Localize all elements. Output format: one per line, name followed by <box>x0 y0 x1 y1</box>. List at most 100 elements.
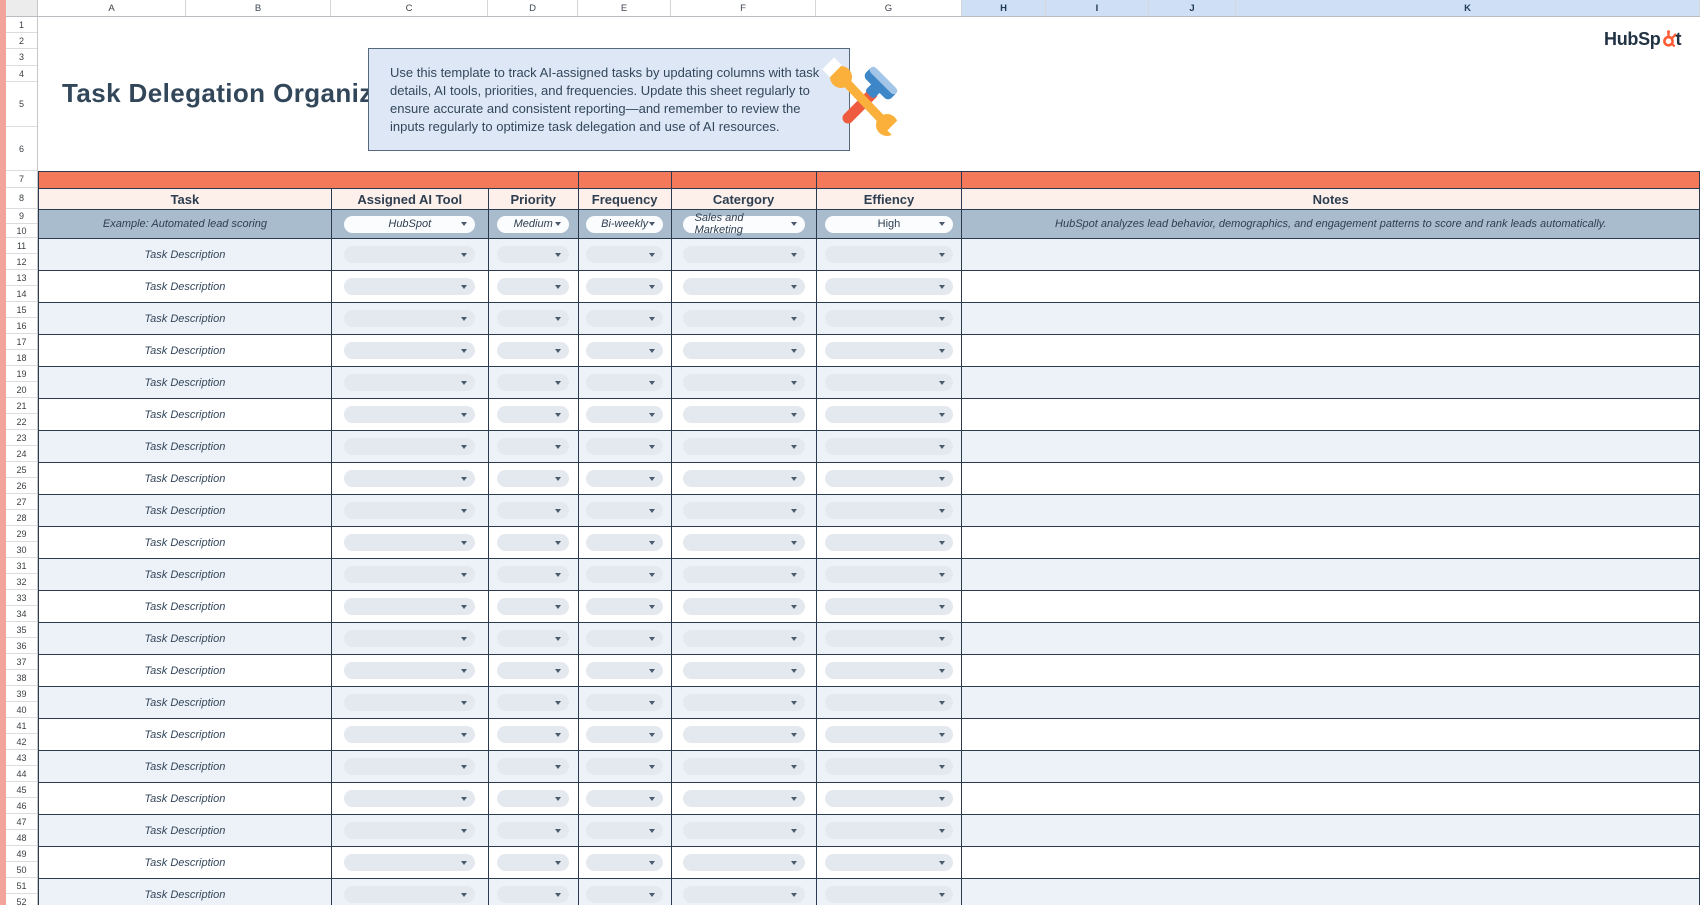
priority-dropdown[interactable] <box>497 534 569 551</box>
frequency-dropdown[interactable] <box>586 726 663 743</box>
column-header-label-task[interactable]: Task <box>39 189 332 210</box>
assigned-ai-tool-dropdown[interactable] <box>344 726 475 743</box>
efficiency-dropdown[interactable] <box>825 566 953 583</box>
priority-dropdown[interactable] <box>497 758 569 775</box>
frequency-dropdown[interactable] <box>586 438 663 455</box>
category-dropdown[interactable] <box>683 438 805 455</box>
priority-dropdown[interactable] <box>497 726 569 743</box>
category-dropdown[interactable] <box>683 726 805 743</box>
assigned-ai-tool-dropdown[interactable] <box>344 406 475 423</box>
frequency-dropdown[interactable] <box>586 406 663 423</box>
row-header-50[interactable]: 50 <box>6 862 37 878</box>
efficiency-dropdown[interactable] <box>825 310 953 327</box>
category-dropdown[interactable] <box>683 662 805 679</box>
task-description-cell[interactable]: Task Description <box>39 751 332 783</box>
notes-cell[interactable] <box>962 655 1700 687</box>
category-dropdown[interactable] <box>683 278 805 295</box>
task-description-cell[interactable]: Task Description <box>39 527 332 559</box>
priority-dropdown[interactable] <box>497 278 569 295</box>
row-header-6[interactable]: 6 <box>6 127 37 171</box>
row-header-7[interactable]: 7 <box>6 171 37 188</box>
priority-dropdown[interactable] <box>497 438 569 455</box>
row-header-40[interactable]: 40 <box>6 702 37 718</box>
row-header-25[interactable]: 25 <box>6 462 37 478</box>
task-description-cell[interactable]: Task Description <box>39 879 332 905</box>
task-description-cell[interactable]: Task Description <box>39 495 332 527</box>
priority-dropdown[interactable] <box>497 630 569 647</box>
row-header-38[interactable]: 38 <box>6 670 37 686</box>
column-header-f[interactable]: F <box>671 0 816 16</box>
accent-band-cell[interactable] <box>39 172 579 189</box>
row-header-9[interactable]: 9 <box>6 209 37 224</box>
frequency-dropdown[interactable]: Bi-weekly <box>586 216 663 233</box>
notes-cell[interactable] <box>962 847 1700 879</box>
frequency-dropdown[interactable] <box>586 694 663 711</box>
task-description-cell[interactable]: Task Description <box>39 719 332 751</box>
row-header-24[interactable]: 24 <box>6 446 37 462</box>
priority-dropdown[interactable] <box>497 406 569 423</box>
priority-dropdown[interactable] <box>497 822 569 839</box>
frequency-dropdown[interactable] <box>586 758 663 775</box>
category-dropdown[interactable] <box>683 310 805 327</box>
column-header-e[interactable]: E <box>578 0 671 16</box>
efficiency-dropdown[interactable] <box>825 438 953 455</box>
frequency-dropdown[interactable] <box>586 470 663 487</box>
accent-band-cell[interactable] <box>579 172 672 189</box>
row-header-45[interactable]: 45 <box>6 782 37 798</box>
row-header-31[interactable]: 31 <box>6 558 37 574</box>
column-header-i[interactable]: I <box>1046 0 1149 16</box>
row-header-48[interactable]: 48 <box>6 830 37 846</box>
row-header-51[interactable]: 51 <box>6 878 37 894</box>
task-description-cell[interactable]: Task Description <box>39 239 332 271</box>
row-header-34[interactable]: 34 <box>6 606 37 622</box>
row-header-11[interactable]: 11 <box>6 238 37 254</box>
task-description-cell[interactable]: Task Description <box>39 431 332 463</box>
notes-cell[interactable] <box>962 815 1700 847</box>
priority-dropdown[interactable] <box>497 374 569 391</box>
row-header-42[interactable]: 42 <box>6 734 37 750</box>
assigned-ai-tool-dropdown[interactable] <box>344 438 475 455</box>
row-header-23[interactable]: 23 <box>6 430 37 446</box>
task-description-cell[interactable]: Task Description <box>39 559 332 591</box>
assigned-ai-tool-dropdown[interactable]: HubSpot <box>344 216 475 233</box>
priority-dropdown[interactable] <box>497 886 569 903</box>
efficiency-dropdown[interactable] <box>825 886 953 903</box>
row-header-3[interactable]: 3 <box>6 49 37 66</box>
assigned-ai-tool-dropdown[interactable] <box>344 790 475 807</box>
notes-cell[interactable] <box>962 431 1700 463</box>
priority-dropdown[interactable]: Medium <box>497 216 569 233</box>
column-header-b[interactable]: B <box>186 0 331 16</box>
priority-dropdown[interactable] <box>497 694 569 711</box>
priority-dropdown[interactable] <box>497 246 569 263</box>
row-header-5[interactable]: 5 <box>6 82 37 127</box>
row-header-12[interactable]: 12 <box>6 254 37 270</box>
frequency-dropdown[interactable] <box>586 310 663 327</box>
notes-cell[interactable] <box>962 783 1700 815</box>
frequency-dropdown[interactable] <box>586 342 663 359</box>
frequency-dropdown[interactable] <box>586 630 663 647</box>
example-notes-cell[interactable]: HubSpot analyzes lead behavior, demograp… <box>962 210 1700 239</box>
row-header-29[interactable]: 29 <box>6 526 37 542</box>
notes-cell[interactable] <box>962 495 1700 527</box>
notes-cell[interactable] <box>962 239 1700 271</box>
row-header-2[interactable]: 2 <box>6 33 37 49</box>
task-description-cell[interactable]: Task Description <box>39 367 332 399</box>
row-header-22[interactable]: 22 <box>6 414 37 430</box>
assigned-ai-tool-dropdown[interactable] <box>344 374 475 391</box>
column-header-g[interactable]: G <box>816 0 962 16</box>
task-description-cell[interactable]: Task Description <box>39 815 332 847</box>
category-dropdown[interactable] <box>683 406 805 423</box>
frequency-dropdown[interactable] <box>586 278 663 295</box>
efficiency-dropdown[interactable] <box>825 342 953 359</box>
assigned-ai-tool-dropdown[interactable] <box>344 502 475 519</box>
frequency-dropdown[interactable] <box>586 598 663 615</box>
select-all-corner[interactable] <box>6 0 38 16</box>
priority-dropdown[interactable] <box>497 470 569 487</box>
row-header-4[interactable]: 4 <box>6 66 37 82</box>
task-description-cell[interactable]: Task Description <box>39 655 332 687</box>
category-dropdown[interactable] <box>683 502 805 519</box>
column-header-label-catergory[interactable]: Catergory <box>672 189 817 210</box>
assigned-ai-tool-dropdown[interactable] <box>344 822 475 839</box>
category-dropdown[interactable] <box>683 694 805 711</box>
priority-dropdown[interactable] <box>497 790 569 807</box>
